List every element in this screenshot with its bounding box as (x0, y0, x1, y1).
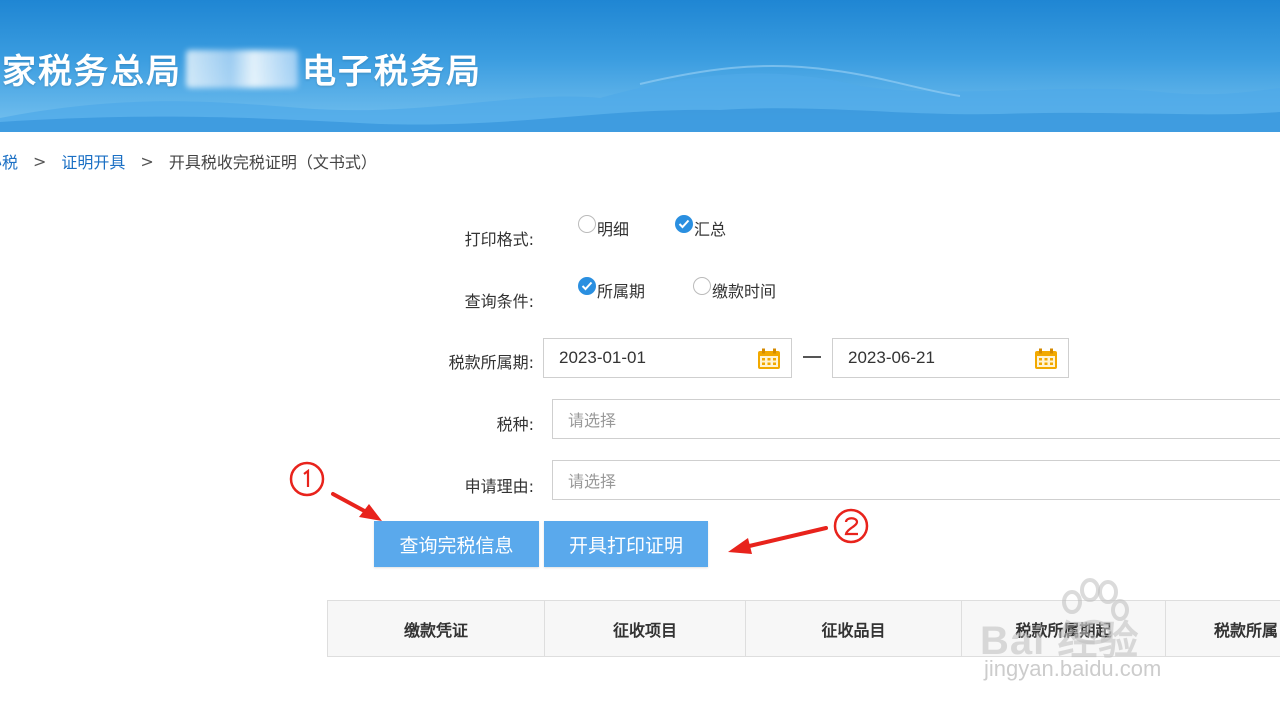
tax-period-start-value: 2023-01-01 (559, 348, 646, 367)
breadcrumb: 办税 > 证明开具 > 开具税收完税证明（文书式） (0, 149, 377, 173)
redacted-region (186, 49, 298, 88)
query-condition-label: 查询条件: (464, 292, 534, 311)
tax-period-end-input[interactable]: 2023-06-21 (832, 338, 1069, 378)
site-title: 家税务总局 电子税务局 (2, 44, 482, 93)
step-two-marker (728, 508, 869, 554)
breadcrumb-tax-link[interactable]: 办税 (0, 149, 18, 173)
radio-unchecked-icon (693, 277, 711, 295)
reason-label: 申请理由: (464, 477, 534, 496)
radio-detail-label: 明细 (597, 220, 630, 239)
header-banner: 家税务总局 电子税务局 (0, 0, 1280, 132)
tax-period-label: 税款所属期: (448, 353, 534, 372)
calendar-icon[interactable] (1034, 348, 1058, 370)
query-tax-info-button[interactable]: 查询完税信息 (374, 521, 539, 567)
tax-period-end-value: 2023-06-21 (848, 348, 935, 367)
radio-checked-icon (578, 277, 596, 295)
reason-placeholder: 请选择 (568, 472, 617, 491)
radio-period-label: 所属期 (597, 282, 646, 301)
tax-period-start-input[interactable]: 2023-01-01 (543, 338, 792, 378)
radio-unchecked-icon (578, 215, 596, 233)
radio-checked-icon (675, 215, 693, 233)
radio-payment-time[interactable]: 缴款时间 (693, 277, 777, 302)
calendar-icon[interactable] (757, 348, 781, 370)
column-header: 征收品目 (746, 601, 962, 656)
step-one-digit (300, 468, 314, 489)
column-header: 税款所属期起 (962, 601, 1166, 656)
step-two-digit (844, 516, 860, 536)
reason-select[interactable]: 请选择 (552, 460, 1280, 500)
print-format-label: 打印格式: (464, 230, 534, 249)
step-one-marker (289, 461, 382, 521)
results-table-header: 缴款凭证 征收项目 征收品目 税款所属期起 税款所属 (327, 600, 1280, 657)
radio-summary[interactable]: 汇总 (675, 215, 727, 240)
breadcrumb-current-page: 开具税收完税证明（文书式） (168, 153, 377, 172)
tax-type-label: 税种: (496, 415, 534, 434)
radio-period[interactable]: 所属期 (578, 277, 646, 302)
date-range-separator (803, 356, 821, 358)
tax-type-placeholder: 请选择 (568, 411, 617, 430)
radio-payment-time-label: 缴款时间 (712, 282, 777, 301)
print-certificate-button[interactable]: 开具打印证明 (544, 521, 708, 567)
tax-type-select[interactable]: 请选择 (552, 399, 1280, 439)
breadcrumb-certificate-link[interactable]: 证明开具 (61, 149, 125, 173)
breadcrumb-separator: > (33, 151, 47, 171)
column-header: 税款所属 (1214, 620, 1279, 640)
column-header: 征收项目 (545, 601, 746, 656)
site-title-suffix: 电子税务局 (302, 52, 482, 92)
radio-detail[interactable]: 明细 (578, 215, 630, 240)
column-header: 缴款凭证 (328, 601, 545, 656)
site-title-prefix: 家税务总局 (2, 52, 182, 92)
radio-summary-label: 汇总 (694, 220, 727, 239)
breadcrumb-separator: > (140, 151, 154, 171)
watermark-url: jingyan.baidu.com (984, 656, 1162, 681)
